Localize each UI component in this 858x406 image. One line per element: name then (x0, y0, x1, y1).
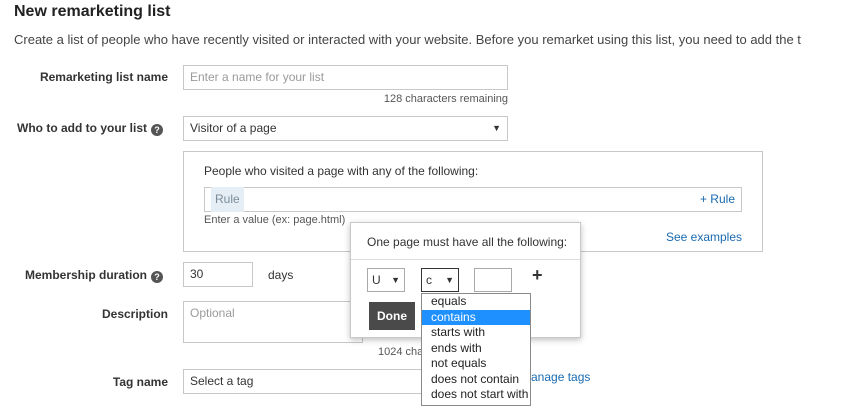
caret-down-icon: ▼ (445, 275, 454, 285)
rule-chip[interactable]: Rule (211, 187, 244, 212)
who-to-add-select[interactable]: Visitor of a page ▼ (183, 116, 508, 141)
duration-input[interactable]: 30 (183, 262, 253, 287)
duration-unit: days (268, 268, 294, 282)
who-to-add-value: Visitor of a page (190, 121, 277, 135)
list-name-label: Remarketing list name (39, 70, 168, 84)
page-description: Create a list of people who have recentl… (14, 32, 801, 47)
list-name-remaining: 128 characters remaining (383, 93, 508, 105)
help-question-icon[interactable]: ? (151, 271, 163, 283)
dropdown-option[interactable]: equals (422, 294, 530, 310)
rule-hint: Enter a value (ex: page.html) (204, 214, 346, 226)
duration-label: Membership duration? (25, 268, 163, 283)
rule-input[interactable]: Rule + Rule (204, 187, 742, 212)
field-select-value: U (372, 273, 381, 287)
help-question-icon[interactable]: ? (151, 124, 163, 136)
dropdown-option[interactable]: not equals (422, 356, 530, 372)
tag-name-select[interactable]: Select a tag (183, 369, 423, 394)
tag-name-value: Select a tag (190, 374, 254, 388)
field-select[interactable]: U ▼ (367, 268, 405, 292)
popup-heading: One page must have all the following: (367, 235, 568, 249)
who-to-add-label-text: Who to add to your list (17, 121, 147, 135)
operator-select-value: c (426, 273, 432, 287)
list-name-placeholder: Enter a name for your list (190, 70, 325, 84)
popup-divider (351, 259, 580, 260)
done-button[interactable]: Done (369, 302, 415, 330)
value-input[interactable] (474, 268, 512, 292)
description-placeholder: Optional (190, 306, 235, 320)
see-examples-link[interactable]: See examples (666, 230, 742, 244)
manage-tags-link[interactable]: anage tags (531, 370, 590, 384)
dropdown-option[interactable]: starts with (422, 325, 530, 341)
tag-name-label: Tag name (112, 375, 168, 389)
duration-label-text: Membership duration (24, 268, 147, 282)
operator-select[interactable]: c ▼ (421, 268, 459, 292)
dropdown-option-selected[interactable]: contains (422, 309, 530, 325)
dropdown-option[interactable]: does not start with (422, 387, 530, 403)
dropdown-option[interactable]: does not contain (422, 372, 530, 388)
operator-dropdown: equals contains starts with ends with no… (421, 293, 531, 406)
plus-icon[interactable]: + (532, 265, 543, 286)
page-title: New remarketing list (14, 3, 171, 20)
rule-panel-heading: People who visited a page with any of th… (204, 164, 479, 178)
add-rule-link[interactable]: + Rule (700, 188, 735, 211)
description-label: Description (101, 307, 168, 321)
who-to-add-label: Who to add to your list? (17, 121, 163, 136)
caret-down-icon: ▼ (492, 123, 501, 133)
caret-down-icon: ▼ (391, 275, 400, 285)
list-name-input[interactable]: Enter a name for your list (183, 65, 508, 90)
description-input[interactable]: Optional (183, 301, 363, 343)
dropdown-option[interactable]: ends with (422, 341, 530, 357)
